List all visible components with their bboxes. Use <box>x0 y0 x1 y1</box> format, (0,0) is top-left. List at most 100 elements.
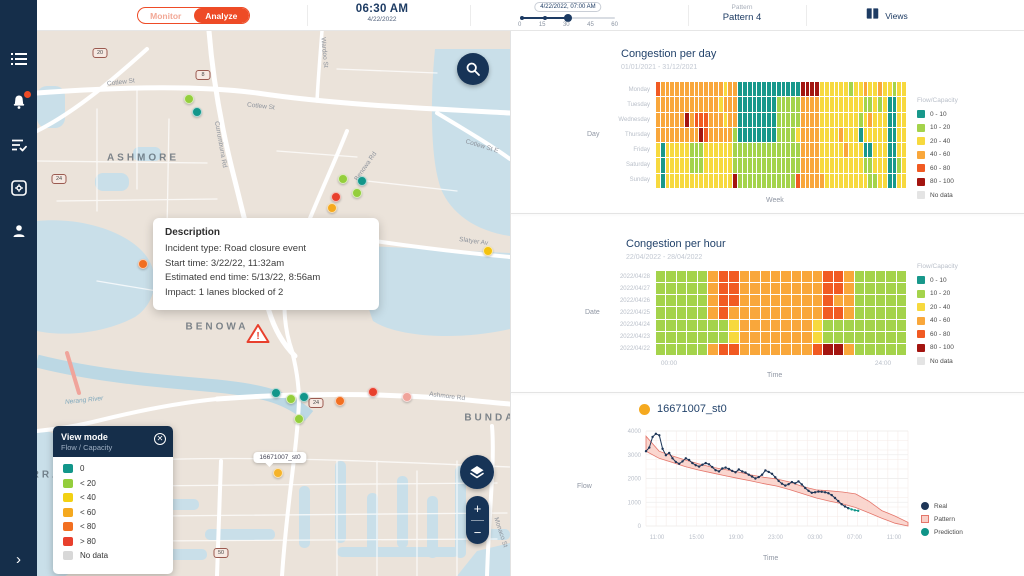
zoom-out-button[interactable]: − <box>466 520 489 544</box>
heatmap-cell <box>801 174 805 188</box>
heatmap-cell <box>728 143 732 157</box>
legend-item: No data <box>917 191 997 199</box>
slider-track[interactable] <box>521 17 615 19</box>
heatmap-cell <box>753 128 757 142</box>
user-profile-icon[interactable] <box>10 222 28 240</box>
heatmap-cell <box>714 128 718 142</box>
map-marker[interactable] <box>273 468 283 478</box>
map-marker[interactable] <box>286 394 296 404</box>
heatmap-cell <box>830 128 834 142</box>
notifications-bell-icon[interactable] <box>10 93 28 111</box>
heatmap-cell <box>806 82 810 96</box>
notification-badge <box>24 91 31 98</box>
heatmap-cell <box>767 113 771 127</box>
heatmap-cell <box>844 295 853 306</box>
heatmap-cell <box>876 344 885 355</box>
heatmap-cell <box>772 128 776 142</box>
heatmap-cell <box>791 174 795 188</box>
heatmap-cell <box>695 128 699 142</box>
monitor-toggle-button[interactable]: Monitor <box>138 8 194 23</box>
legend-swatch <box>921 502 929 510</box>
close-icon[interactable]: ✕ <box>154 433 166 445</box>
legend-title: Flow/Capacity <box>917 97 997 104</box>
view-mode-header: View mode Flow / Capacity ✕ <box>53 426 173 457</box>
heatmap-cell <box>855 271 864 282</box>
map-marker[interactable] <box>357 176 367 186</box>
legend-swatch <box>63 493 73 502</box>
heatmap-cell <box>849 128 853 142</box>
heatmap-cell <box>801 113 805 127</box>
heatmap-cell <box>750 320 759 331</box>
heatmap-cell <box>753 82 757 96</box>
map-search-button[interactable] <box>457 53 489 85</box>
heatmap-cell <box>748 113 752 127</box>
heatmap-cell <box>757 143 761 157</box>
heatmap-cell <box>886 332 895 343</box>
legend-label: 80 - 100 <box>930 344 954 351</box>
heatmap-cell <box>796 143 800 157</box>
heatmap-cell <box>767 97 771 111</box>
map-marker[interactable] <box>271 388 281 398</box>
heatmap-cell <box>844 174 848 188</box>
heatmap-cell <box>719 174 723 188</box>
svg-text:1000: 1000 <box>628 500 642 506</box>
map-marker[interactable] <box>184 94 194 104</box>
views-button[interactable]: Views <box>832 0 942 31</box>
road-shield: 8 <box>196 70 211 80</box>
heatmap-cell <box>670 174 674 188</box>
sidebar-expand-chevron-icon[interactable]: › <box>0 551 37 568</box>
map[interactable]: Cotlew StCotlew StCotlew St ECurrumburra… <box>37 31 510 576</box>
heatmap-cell <box>864 128 868 142</box>
slider-handle[interactable] <box>564 14 572 22</box>
map-marker[interactable] <box>352 188 362 198</box>
heatmap-cell <box>888 113 892 127</box>
heatmap-row-label: Friday <box>599 143 656 158</box>
heatmap-cell <box>802 332 811 343</box>
legend-item: 20 - 40 <box>917 303 997 311</box>
map-marker[interactable] <box>338 174 348 184</box>
heatmap-cell <box>708 320 717 331</box>
heatmap-cell <box>897 283 906 294</box>
legend-item: Real <box>921 502 963 510</box>
chart-title: Congestion per day <box>621 48 716 60</box>
pattern-selector[interactable]: Pattern Pattern 4 <box>692 4 792 23</box>
heatmap-cell <box>883 82 887 96</box>
map-marker[interactable] <box>299 392 309 402</box>
heatmap-row-label: 2022/04/24 <box>599 319 656 331</box>
heatmap-cell <box>897 128 901 142</box>
map-marker[interactable] <box>335 396 345 406</box>
heatmap-cell <box>719 307 728 318</box>
heatmap-cell <box>796 128 800 142</box>
map-layers-button[interactable] <box>460 455 494 489</box>
slider-tick-label: 60 <box>611 22 618 28</box>
legend-label: 60 - 80 <box>930 165 950 172</box>
tasks-checklist-icon[interactable] <box>10 136 28 154</box>
analyze-toggle-button[interactable]: Analyze <box>194 8 250 23</box>
map-marker[interactable] <box>294 414 304 424</box>
heatmap-cell <box>656 320 665 331</box>
heatmap-cell <box>685 113 689 127</box>
legend-label: 10 - 20 <box>930 290 950 297</box>
map-marker[interactable] <box>368 387 378 397</box>
heatmap-cell <box>815 174 819 188</box>
settings-gear-icon[interactable] <box>10 179 28 197</box>
view-mode-item: < 80 <box>63 522 163 531</box>
zoom-in-button[interactable]: + <box>466 496 489 520</box>
map-marker[interactable] <box>483 246 493 256</box>
heatmap-cell <box>687 271 696 282</box>
heatmap-cell <box>675 97 679 111</box>
view-mode-title: View mode <box>61 432 165 442</box>
map-marker[interactable] <box>192 107 202 117</box>
heatmap-cell <box>767 174 771 188</box>
heatmap-cell <box>695 113 699 127</box>
heatmap-cell <box>656 307 665 318</box>
map-marker[interactable] <box>402 392 412 402</box>
heatmap-cell <box>777 113 781 127</box>
map-marker[interactable] <box>331 192 341 202</box>
map-zoom-control: + − <box>466 496 489 544</box>
heatmap-cell <box>740 307 749 318</box>
list-icon[interactable] <box>10 50 28 68</box>
map-marker[interactable] <box>327 203 337 213</box>
map-marker[interactable] <box>138 259 148 269</box>
incident-warning-icon[interactable]: ! <box>246 323 270 349</box>
